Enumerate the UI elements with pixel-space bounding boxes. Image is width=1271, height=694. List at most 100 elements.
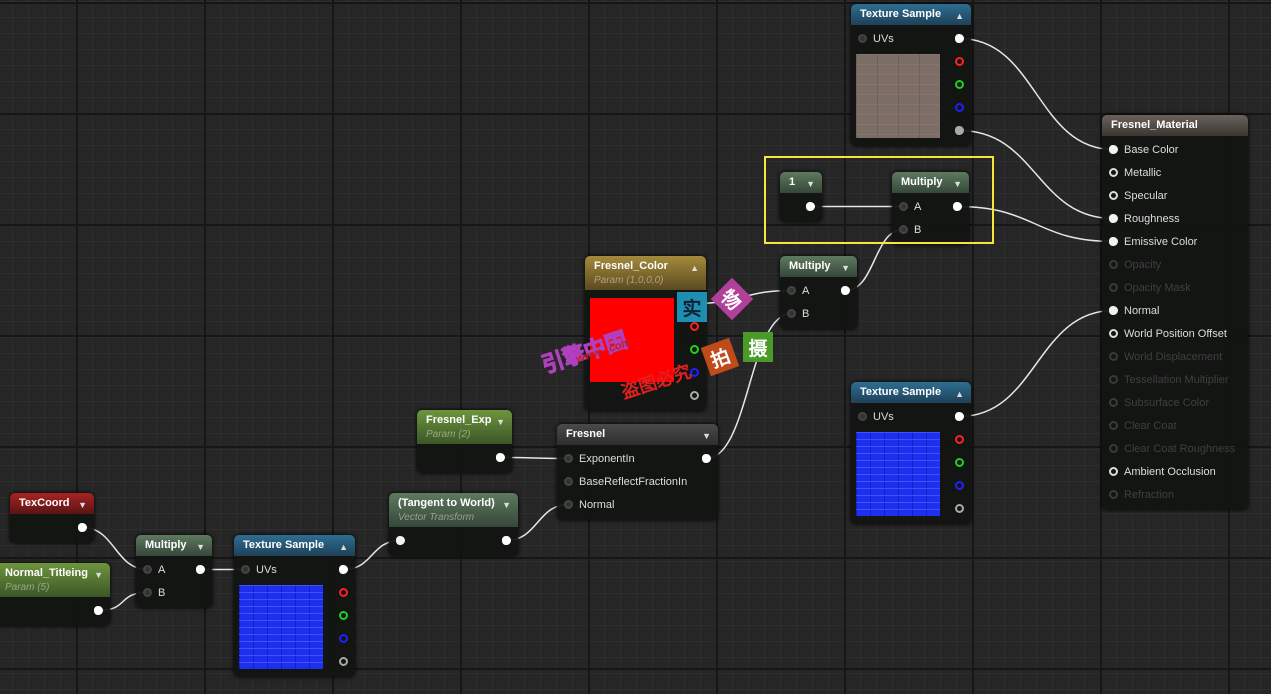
output-pin-row[interactable] (947, 195, 969, 218)
output-pin-row[interactable] (333, 627, 355, 650)
input-pin-icon[interactable] (1109, 375, 1118, 384)
output-pin-icon[interactable] (339, 588, 348, 597)
output-pin-icon[interactable] (955, 126, 964, 135)
input-pin-icon[interactable] (1109, 329, 1118, 338)
output-pin-row[interactable] (696, 447, 718, 470)
output-pin-icon[interactable] (196, 565, 205, 574)
output-pin-icon[interactable] (339, 565, 348, 574)
output-pin-row[interactable] (684, 384, 706, 407)
input-pin-icon[interactable] (396, 536, 405, 545)
input-pin-icon[interactable] (1109, 306, 1118, 315)
input-pin-row[interactable]: Roughness (1102, 207, 1235, 230)
wire[interactable] (959, 129, 1114, 220)
node-fresnel-color[interactable]: Fresnel_Color Param (1,0,0,0) ▲ (585, 256, 706, 411)
node-header[interactable]: Multiply ▼ (136, 535, 212, 556)
collapse-arrow-icon[interactable]: ▲ (339, 540, 348, 555)
input-pin-icon[interactable] (899, 225, 908, 234)
node-header[interactable]: (Tangent to World) Vector Transform ▼ (389, 493, 518, 527)
input-pin-row[interactable]: Subsurface Color (1102, 391, 1235, 414)
node-fresnel-exp[interactable]: Fresnel_Exp Param (2) ▼ (417, 410, 512, 473)
output-pin-row[interactable] (333, 558, 355, 581)
output-pin-icon[interactable] (339, 611, 348, 620)
output-pin-icon[interactable] (955, 435, 964, 444)
input-pin-row[interactable]: ExponentIn (557, 447, 687, 470)
wire[interactable] (706, 312, 792, 460)
node-header[interactable]: Multiply ▼ (892, 172, 969, 193)
output-pin-icon[interactable] (690, 299, 699, 308)
node-ts-normal[interactable]: Texture Sample ▲ UVs (851, 382, 971, 524)
node-header[interactable]: Texture Sample ▲ (851, 382, 971, 403)
output-pin-icon[interactable] (955, 412, 964, 421)
output-pin-row[interactable] (949, 451, 971, 474)
wire[interactable] (694, 289, 792, 305)
output-pin-icon[interactable] (955, 103, 964, 112)
output-pin-icon[interactable] (955, 57, 964, 66)
output-pin-row[interactable] (684, 292, 706, 315)
output-pin-icon[interactable] (955, 504, 964, 513)
input-pin-row[interactable]: Tessellation Multiplier (1102, 368, 1235, 391)
input-pin-icon[interactable] (1109, 145, 1118, 154)
input-pin-icon[interactable] (787, 309, 796, 318)
input-pin-row[interactable]: World Position Offset (1102, 322, 1235, 345)
node-ts-base[interactable]: Texture Sample ▲ UVs (851, 4, 971, 146)
input-pin-row[interactable]: Normal (557, 493, 687, 516)
output-pin-row[interactable] (88, 599, 110, 622)
input-pin-icon[interactable] (787, 286, 796, 295)
output-pin-icon[interactable] (502, 536, 511, 545)
output-pin-row[interactable] (949, 73, 971, 96)
output-pin-row[interactable] (949, 27, 971, 50)
input-pin-row[interactable]: B (780, 302, 809, 325)
node-ts-bot[interactable]: Texture Sample ▲ UVs (234, 535, 355, 677)
input-pin-icon[interactable] (564, 454, 573, 463)
collapse-arrow-icon[interactable]: ▲ (955, 9, 964, 24)
input-pin-icon[interactable] (1109, 490, 1118, 499)
input-pin-icon[interactable] (1109, 237, 1118, 246)
input-pin-row[interactable]: Opacity (1102, 253, 1235, 276)
node-header[interactable]: 1 ▼ (780, 172, 822, 193)
output-pin-icon[interactable] (339, 657, 348, 666)
input-pin-icon[interactable] (1109, 168, 1118, 177)
input-pin-row[interactable]: A (780, 279, 809, 302)
output-pin-icon[interactable] (955, 34, 964, 43)
input-pin-icon[interactable] (1109, 283, 1118, 292)
input-pin-icon[interactable] (1109, 398, 1118, 407)
output-pin-row[interactable] (684, 338, 706, 361)
expand-arrow-icon[interactable]: ▼ (953, 177, 962, 192)
input-pin-row[interactable]: Metallic (1102, 161, 1235, 184)
output-pin-icon[interactable] (690, 391, 699, 400)
expand-arrow-icon[interactable]: ▼ (196, 540, 205, 555)
node-const1[interactable]: 1 ▼ (780, 172, 822, 222)
node-normal-tile[interactable]: Normal_Titleing Param (5) ▼ (0, 563, 110, 626)
node-texcoord[interactable]: TexCoord ▼ (10, 493, 94, 543)
node-header[interactable]: Normal_Titleing Param (5) ▼ (0, 563, 110, 597)
output-pin-row[interactable] (333, 650, 355, 673)
input-pin-row[interactable]: B (136, 581, 165, 604)
input-pin-icon[interactable] (143, 588, 152, 597)
input-pin-row[interactable]: UVs (234, 558, 323, 581)
expand-arrow-icon[interactable]: ▼ (94, 568, 103, 583)
input-pin-icon[interactable] (858, 412, 867, 421)
input-pin-row[interactable]: UVs (851, 405, 940, 428)
input-pin-row[interactable]: A (892, 195, 921, 218)
output-pin-row[interactable] (949, 50, 971, 73)
expand-arrow-icon[interactable]: ▼ (702, 429, 711, 444)
output-pin-row[interactable] (949, 474, 971, 497)
input-pin-row[interactable]: B (892, 218, 921, 241)
node-header[interactable]: Fresnel ▼ (557, 424, 718, 445)
input-pin-row[interactable]: Opacity Mask (1102, 276, 1235, 299)
node-mul-top[interactable]: Multiply ▼ A B (892, 172, 969, 245)
input-pin-icon[interactable] (1109, 214, 1118, 223)
input-pin-icon[interactable] (143, 565, 152, 574)
input-pin-row[interactable]: Refraction (1102, 483, 1235, 506)
node-material[interactable]: Fresnel_Material Base Color Metallic Specul… (1102, 115, 1248, 510)
output-pin-icon[interactable] (841, 286, 850, 295)
input-pin-icon[interactable] (1109, 467, 1118, 476)
collapse-arrow-icon[interactable]: ▲ (955, 387, 964, 402)
input-pin-icon[interactable] (1109, 260, 1118, 269)
output-pin-row[interactable] (333, 604, 355, 627)
input-pin-row[interactable]: Clear Coat (1102, 414, 1235, 437)
collapse-arrow-icon[interactable]: ▲ (690, 261, 699, 276)
output-pin-row[interactable] (490, 446, 512, 469)
wire[interactable] (959, 37, 1114, 151)
expand-arrow-icon[interactable]: ▼ (841, 261, 850, 276)
